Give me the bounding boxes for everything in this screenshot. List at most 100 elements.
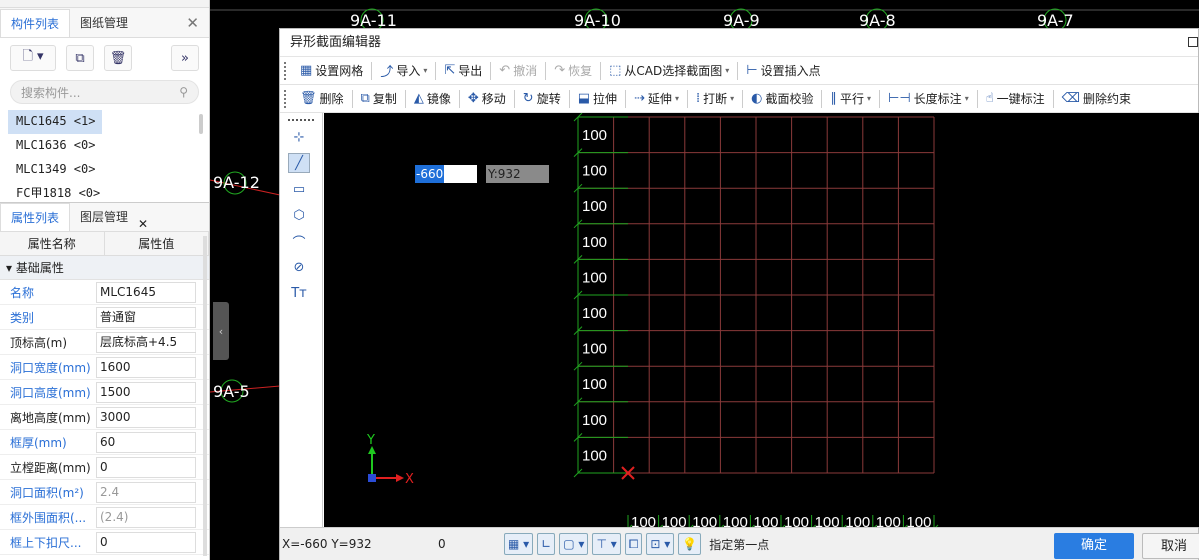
property-row[interactable]: 框厚(mm) 60	[0, 430, 209, 455]
property-value[interactable]: 层底标高+4.5	[96, 331, 196, 353]
toolbar-label: 设置网格	[315, 64, 364, 78]
toolbar-label: 从CAD选择截面图	[624, 64, 723, 78]
chevron-down-icon[interactable]: ▾	[867, 94, 871, 103]
toolbar-label: 打断	[703, 92, 728, 106]
rotate-button[interactable]: ↻ 旋转	[517, 90, 567, 107]
redo-button[interactable]: ↷ 恢复	[548, 62, 598, 79]
property-row[interactable]: 框上下扣尺... 0	[0, 530, 209, 555]
property-group[interactable]: ▾ 基础属性	[0, 256, 209, 280]
property-value[interactable]: 60	[96, 431, 196, 453]
section-canvas[interactable]: 100 100 100 100 100 100 100 100 100 100 100 100 100 1…	[324, 112, 1199, 534]
delete-component-button[interactable]: 🗑	[104, 45, 132, 71]
grid-snap-button[interactable]: ▦ ▾	[504, 533, 534, 555]
length-dim-button[interactable]: ⊢⊣ 长度标注 ▾	[882, 90, 975, 107]
ok-button[interactable]: 确定	[1054, 533, 1134, 559]
list-scrollbar[interactable]	[199, 114, 203, 134]
tab-drawing-management[interactable]: 图纸管理	[70, 9, 138, 37]
break-button[interactable]: ⁞ 打断 ▾	[690, 90, 740, 107]
text-icon[interactable]: Tт	[288, 283, 310, 303]
property-row[interactable]: 洞口面积(m²) 2.4	[0, 480, 209, 505]
toolbar-edit: 🗑 删除 ⧉ 复制 ◭ 镜像 ✥ 移动 ↻ 旋转 ⬓ 拉伸 ⇢ 延伸 ▾ ⁞ 打断 ▾ ◐ 截面校验 ∥ 平行 ▾ ⊢⊣ 长度标…	[280, 85, 1198, 113]
toolbar-grip[interactable]	[284, 89, 288, 108]
copy-button[interactable]: ⧉ 复制	[355, 90, 403, 107]
list-item[interactable]: MLC1636 <0>	[8, 134, 201, 158]
rectangle-icon[interactable]: ▭	[288, 179, 310, 199]
export-button[interactable]: ⇱ 导出	[438, 62, 488, 79]
circle-icon[interactable]: ⊘	[288, 257, 310, 277]
chevron-down-icon[interactable]: ▾	[675, 94, 679, 103]
delete-button[interactable]: 🗑 删除	[294, 90, 350, 107]
hint-button[interactable]: 💡	[678, 533, 702, 555]
object-snap-button[interactable]: ▢ ▾	[559, 533, 589, 555]
toolbar-separator	[458, 89, 460, 108]
chevron-down-icon[interactable]: ▾	[725, 66, 729, 75]
property-name: 洞口高度(mm)	[10, 385, 91, 400]
point-icon[interactable]: ⊹	[288, 127, 310, 147]
property-value[interactable]: 普通窗	[96, 306, 196, 328]
move-button[interactable]: ✥ 移动	[462, 90, 512, 107]
property-scrollbar[interactable]	[203, 236, 207, 556]
cad-select-button[interactable]: ⬚ 从CAD选择截面图 ▾	[603, 62, 735, 79]
tab-component-list[interactable]: 构件列表	[0, 9, 71, 37]
one-key-dim-button[interactable]: ☝ 一键标注	[980, 90, 1051, 107]
property-row[interactable]: 洞口宽度(mm) 1600	[0, 355, 209, 380]
dynamic-input-button[interactable]: ⊤ ▾	[592, 533, 621, 555]
undo-button[interactable]: ↶ 撤消	[493, 62, 543, 79]
mirror-button[interactable]: ◭ 镜像	[408, 90, 457, 107]
copy-component-button[interactable]: ⧉	[66, 45, 94, 71]
property-value[interactable]: MLC1645	[96, 281, 196, 303]
ortho-button[interactable]: ∟	[537, 533, 556, 555]
close-icon[interactable]: ✕	[138, 217, 148, 231]
property-row[interactable]: 框外围面积(... (2.4)	[0, 505, 209, 530]
x-coordinate-input[interactable]: -660	[415, 165, 477, 183]
property-value[interactable]: 2.4	[96, 481, 196, 503]
toolbar-grip[interactable]	[284, 61, 288, 80]
property-row[interactable]: 立樘距离(mm) 0	[0, 455, 209, 480]
tab-property-list[interactable]: 属性列表	[0, 203, 71, 231]
property-row[interactable]: 离地高度(mm) 3000	[0, 405, 209, 430]
row-dim-label: 100	[582, 234, 607, 251]
list-item[interactable]: MLC1645 <1>	[8, 110, 102, 134]
property-row[interactable]: 洞口高度(mm) 1500	[0, 380, 209, 405]
polygon-icon[interactable]: ⬡	[288, 205, 310, 225]
parallel-button[interactable]: ∥ 平行 ▾	[824, 90, 877, 107]
check-button[interactable]: ◐ 截面校验	[745, 90, 819, 107]
search-input[interactable]: 搜索构件... ⚲	[10, 80, 199, 104]
chevron-down-icon[interactable]: ▾	[423, 66, 427, 75]
chevron-down-icon[interactable]: ▾	[730, 94, 734, 103]
cancel-button[interactable]: 取消	[1142, 533, 1199, 559]
collapse-panel-button[interactable]: ‹	[213, 302, 229, 360]
property-row[interactable]: 顶标高(m) 层底标高+4.5	[0, 330, 209, 355]
chevron-down-icon[interactable]: ▾	[965, 94, 969, 103]
tab-layer-management[interactable]: 图层管理	[70, 203, 138, 231]
property-value[interactable]: 1600	[96, 356, 196, 378]
polar-button[interactable]: ⧠	[624, 533, 643, 555]
stretch-button[interactable]: ⬓ 拉伸	[572, 90, 623, 107]
line-icon[interactable]: ╱	[288, 153, 310, 173]
list-item[interactable]: MLC1349 <0>	[8, 158, 201, 182]
property-value[interactable]: 0	[96, 456, 196, 478]
property-value[interactable]: 3000	[96, 406, 196, 428]
y-coordinate-display[interactable]: Y:932	[486, 165, 549, 183]
property-value[interactable]: 1500	[96, 381, 196, 403]
new-component-button[interactable]: 🗋 ▾	[10, 45, 56, 71]
more-button[interactable]: »	[171, 45, 199, 71]
maximize-icon[interactable]	[1188, 37, 1198, 47]
property-value[interactable]: (2.4)	[96, 506, 196, 528]
list-item[interactable]: FC甲1818 <0>	[8, 182, 201, 198]
extend-button[interactable]: ⇢ 延伸 ▾	[628, 90, 685, 107]
property-row[interactable]: 类别 普通窗	[0, 305, 209, 330]
import-button[interactable]: ⤴ 导入 ▾	[374, 61, 433, 80]
grid-button[interactable]: ▦ 设置网格	[294, 62, 369, 79]
arc-icon[interactable]: ⌒	[288, 231, 310, 251]
toolbar-separator	[742, 89, 744, 108]
close-icon[interactable]: ✕	[186, 14, 199, 32]
insert-point-button[interactable]: ⊢ 设置插入点	[740, 62, 826, 79]
property-row[interactable]: 名称 MLC1645	[0, 280, 209, 305]
property-value[interactable]: 0	[96, 531, 196, 553]
tracking-button[interactable]: ⊡ ▾	[646, 533, 675, 555]
delete-constraint-button[interactable]: ⌫ 删除约束	[1056, 90, 1137, 107]
row-dim-label: 100	[582, 412, 607, 429]
section-editor-dialog: 异形截面编辑器 ▦ 设置网格 ⤴ 导入 ▾ ⇱ 导出 ↶ 撤消 ↷ 恢复 ⬚ 从CAD选择截面图 ▾ ⊢ 设置…	[279, 28, 1199, 560]
dialog-title-bar[interactable]: 异形截面编辑器	[280, 29, 1198, 57]
